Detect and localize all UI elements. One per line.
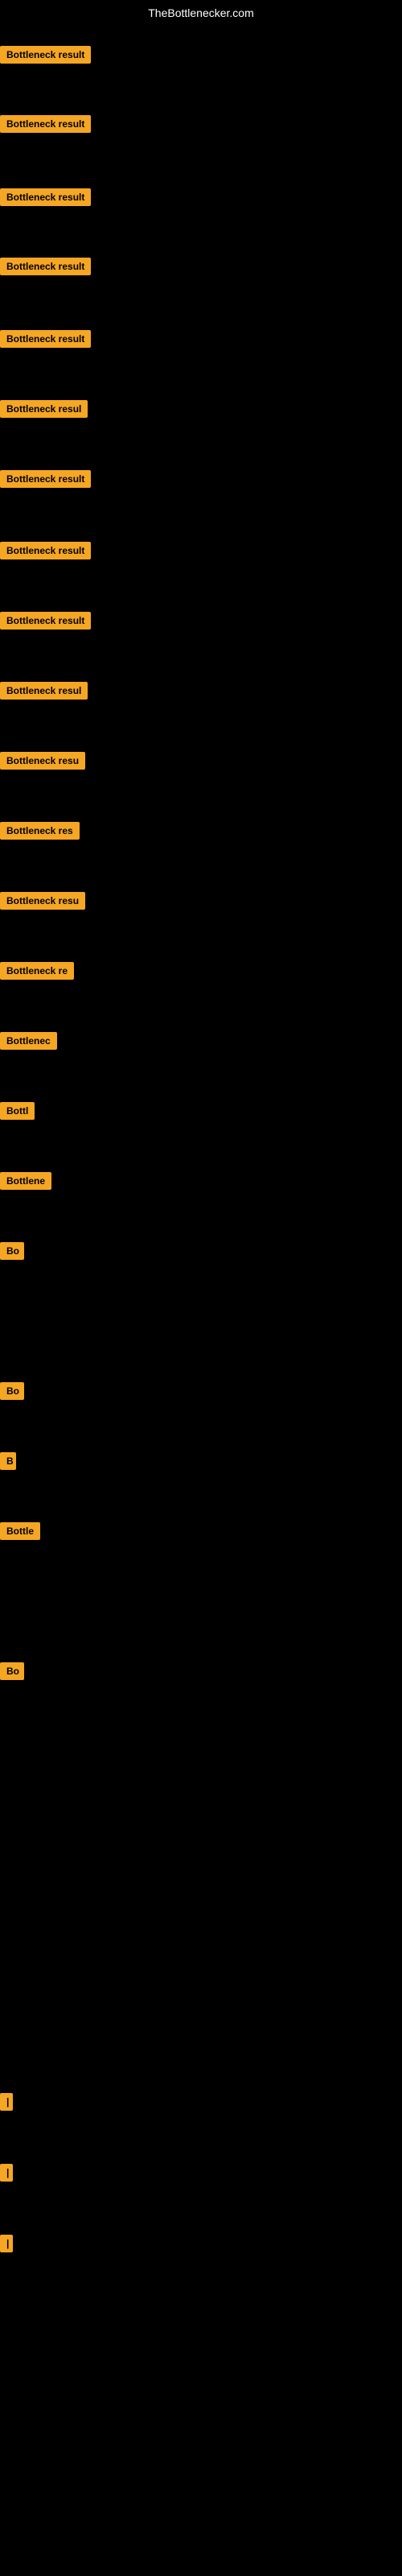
bottleneck-badge-2688: | — [0, 2164, 13, 2182]
bottleneck-badge-container-1: Bottleneck result — [0, 46, 91, 68]
bottleneck-badge-1: Bottleneck result — [0, 46, 91, 64]
bottleneck-badge-container-2601: | — [0, 2093, 6, 2115]
bottleneck-badge-10: Bottleneck resul — [0, 682, 88, 700]
bottleneck-badge-container-21: Bottle — [0, 1522, 40, 1544]
bottleneck-badge-container-3: Bottleneck result — [0, 188, 91, 210]
bottleneck-badge-container-20: B — [0, 1452, 16, 1474]
bottleneck-badge-9: Bottleneck result — [0, 612, 91, 630]
bottleneck-badge-8: Bottleneck result — [0, 542, 91, 559]
bottleneck-badge-container-12: Bottleneck res — [0, 822, 80, 844]
bottleneck-badge-container-2776: | — [0, 2235, 6, 2256]
bottleneck-badge-container-6: Bottleneck resul — [0, 400, 88, 422]
bottleneck-badge-17: Bottlene — [0, 1172, 51, 1190]
bottleneck-badge-11: Bottleneck resu — [0, 752, 85, 770]
bottleneck-badge-3: Bottleneck result — [0, 188, 91, 206]
bottleneck-badge-container-9: Bottleneck result — [0, 612, 91, 634]
bottleneck-badge-container-14: Bottleneck re — [0, 962, 74, 984]
bottleneck-badge-container-8: Bottleneck result — [0, 542, 91, 564]
bottleneck-badge-13: Bottleneck resu — [0, 892, 85, 910]
bottleneck-badge-12: Bottleneck res — [0, 822, 80, 840]
bottleneck-badge-container-2: Bottleneck result — [0, 115, 91, 137]
bottleneck-badge-container-16: Bottl — [0, 1102, 35, 1124]
bottleneck-badge-container-13: Bottleneck resu — [0, 892, 85, 914]
bottleneck-badge-2776: | — [0, 2235, 13, 2252]
bottleneck-badge-container-17: Bottlene — [0, 1172, 51, 1194]
bottleneck-badge-container-7: Bottleneck result — [0, 470, 91, 492]
bottleneck-badge-container-18: Bo — [0, 1242, 24, 1264]
bottleneck-badge-container-11: Bottleneck resu — [0, 752, 85, 774]
bottleneck-badge-container-5: Bottleneck result — [0, 330, 91, 352]
bottleneck-badge-5: Bottleneck result — [0, 330, 91, 348]
bottleneck-badge-6: Bottleneck resul — [0, 400, 88, 418]
bottleneck-badge-14: Bottleneck re — [0, 962, 74, 980]
bottleneck-badge-21: Bottle — [0, 1522, 40, 1540]
bottleneck-badge-container-15: Bottlenec — [0, 1032, 57, 1054]
bottleneck-badge-2: Bottleneck result — [0, 115, 91, 133]
bottleneck-badge-container-4: Bottleneck result — [0, 258, 91, 279]
bottleneck-badge-18: Bo — [0, 1242, 24, 1260]
bottleneck-badge-20: B — [0, 1452, 16, 1470]
bottleneck-badge-7: Bottleneck result — [0, 470, 91, 488]
bottleneck-badge-container-19: Bo — [0, 1382, 24, 1404]
bottleneck-badge-15: Bottlenec — [0, 1032, 57, 1050]
site-title: TheBottlenecker.com — [0, 0, 402, 26]
bottleneck-badge-4: Bottleneck result — [0, 258, 91, 275]
bottleneck-badge-container-2688: | — [0, 2164, 6, 2186]
bottleneck-badge-22: Bo — [0, 1662, 24, 1680]
bottleneck-badge-2601: | — [0, 2093, 13, 2111]
bottleneck-badge-container-22: Bo — [0, 1662, 24, 1684]
bottleneck-badge-16: Bottl — [0, 1102, 35, 1120]
bottleneck-badge-container-10: Bottleneck resul — [0, 682, 88, 704]
bottleneck-badge-19: Bo — [0, 1382, 24, 1400]
